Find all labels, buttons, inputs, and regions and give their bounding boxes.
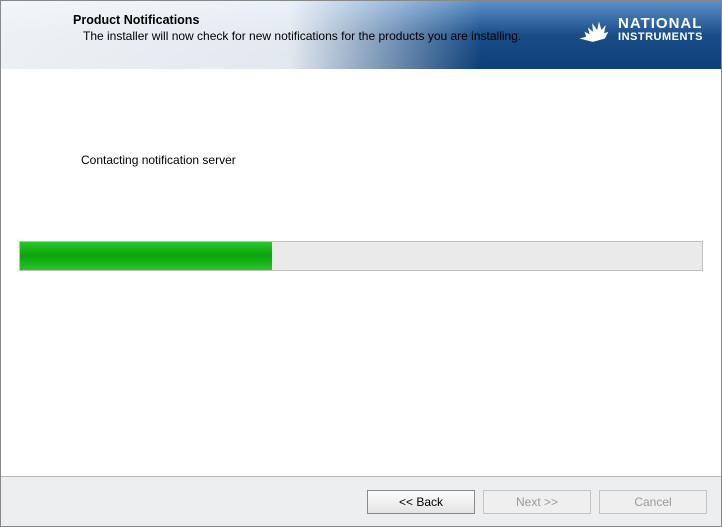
progress-bar [19, 241, 703, 271]
page-subtitle: The installer will now check for new not… [73, 29, 521, 45]
ni-eagle-icon [576, 13, 610, 47]
content-area: Contacting notification server [1, 69, 721, 476]
cancel-button: Cancel [599, 490, 707, 514]
next-button: Next >> [483, 490, 591, 514]
installer-header: Product Notifications The installer will… [1, 1, 721, 69]
page-title: Product Notifications [73, 13, 521, 27]
brand-logo: NATIONAL INSTRUMENTS [576, 13, 703, 47]
status-text: Contacting notification server [81, 153, 236, 167]
brand-line1: NATIONAL [618, 16, 703, 32]
brand-line2: INSTRUMENTS [618, 32, 703, 44]
button-bar: << Back Next >> Cancel [1, 476, 721, 526]
back-button[interactable]: << Back [367, 490, 475, 514]
progress-fill [20, 242, 272, 270]
